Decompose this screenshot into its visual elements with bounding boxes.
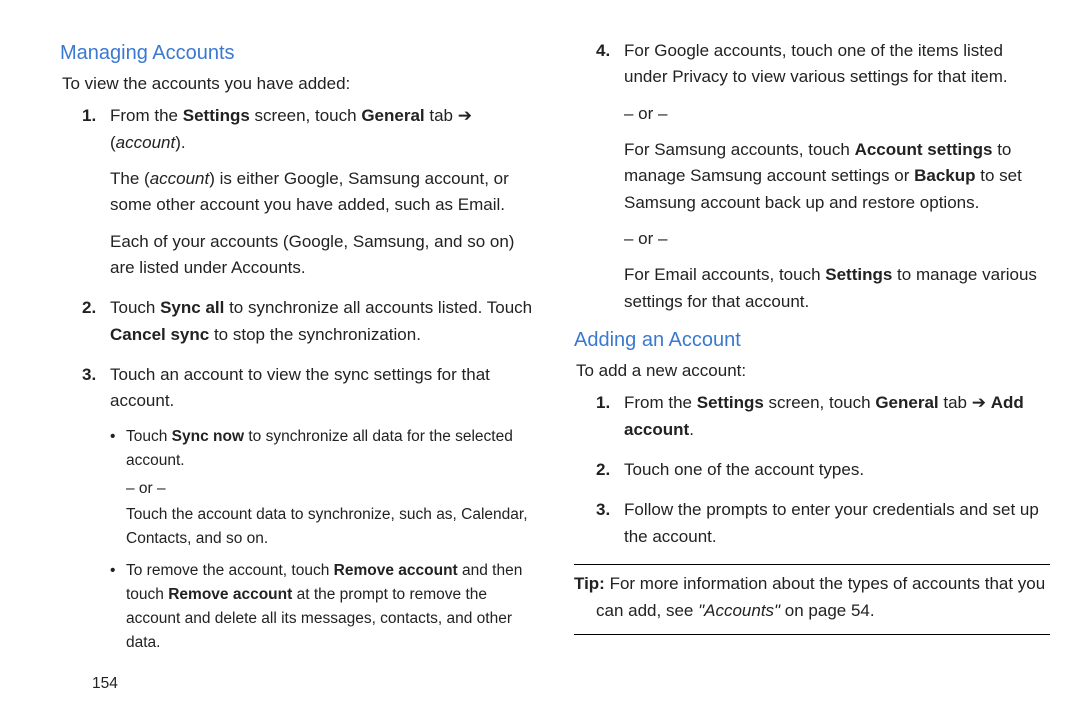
step4-a: For Google accounts, touch one of the it… <box>624 41 1008 86</box>
page-number: 154 <box>92 672 118 696</box>
tip-box: Tip: For more information about the type… <box>574 564 1050 635</box>
word-sync-all: Sync all <box>160 298 224 317</box>
step-1: From the Settings screen, touch General … <box>60 103 536 281</box>
word-account-italic-2: account <box>150 169 210 188</box>
step-3: Touch an account to view the sync settin… <box>60 362 536 655</box>
as1-b: screen, touch <box>764 393 876 412</box>
step1-p2-a: The ( <box>110 169 150 188</box>
heading-adding-account: Adding an Account <box>574 325 1050 356</box>
add-step-1: From the Settings screen, touch General … <box>574 390 1050 443</box>
step4-email: For Email accounts, touch Settings to ma… <box>624 262 1050 315</box>
manual-page: Managing Accounts To view the accounts y… <box>0 0 1080 720</box>
tip-label: Tip: <box>574 574 605 593</box>
step3-bullet-2: To remove the account, touch Remove acco… <box>110 559 536 655</box>
step3-text: Touch an account to view the sync settin… <box>110 365 490 410</box>
word-settings: Settings <box>183 106 250 125</box>
add-step-2: Touch one of the account types. <box>574 457 1050 483</box>
s3b1-c: Touch the account data to synchronize, s… <box>126 503 536 551</box>
step1-para-2: The (account) is either Google, Samsung … <box>110 166 536 219</box>
word-general-2: General <box>875 393 938 412</box>
step4-or-2: – or – <box>624 226 1050 252</box>
step-4: For Google accounts, touch one of the it… <box>574 38 1050 315</box>
word-cancel-sync: Cancel sync <box>110 325 209 344</box>
intro-managing: To view the accounts you have added: <box>62 71 536 97</box>
tip-ref: "Accounts" <box>698 601 780 620</box>
add-step-3: Follow the prompts to enter your credent… <box>574 497 1050 550</box>
s4b1: For Samsung accounts, touch <box>624 140 855 159</box>
s3-or-1: – or – <box>126 477 536 501</box>
s4c1: For Email accounts, touch <box>624 265 825 284</box>
tip-b: on page 54. <box>780 601 875 620</box>
step3-bullet-1: Touch Sync now to synchronize all data f… <box>110 425 536 551</box>
intro-adding: To add a new account: <box>576 358 1050 384</box>
step1-text-a: From the <box>110 106 183 125</box>
adding-steps: From the Settings screen, touch General … <box>574 390 1050 550</box>
word-sync-now: Sync now <box>172 428 244 445</box>
step2-a: Touch <box>110 298 160 317</box>
word-account-italic: account <box>116 133 176 152</box>
step1-para-3: Each of your accounts (Google, Samsung, … <box>110 229 536 282</box>
step3-sublist: Touch Sync now to synchronize all data f… <box>110 425 536 655</box>
heading-managing-accounts: Managing Accounts <box>60 38 536 69</box>
step4-or-1: – or – <box>624 101 1050 127</box>
content-columns: Managing Accounts To view the accounts y… <box>60 38 1050 656</box>
word-backup: Backup <box>914 166 975 185</box>
s3b2-a: To remove the account, touch <box>126 562 334 579</box>
step-2: Touch Sync all to synchronize all accoun… <box>60 295 536 348</box>
word-remove-account-1: Remove account <box>334 562 458 579</box>
word-general: General <box>361 106 424 125</box>
step2-b: to synchronize all accounts listed. Touc… <box>224 298 532 317</box>
as1-a: From the <box>624 393 697 412</box>
word-settings-2: Settings <box>825 265 892 284</box>
word-remove-account-2: Remove account <box>168 586 292 603</box>
word-settings-3: Settings <box>697 393 764 412</box>
step2-c: to stop the synchronization. <box>209 325 421 344</box>
word-account-settings: Account settings <box>855 140 993 159</box>
step1-text-b: screen, touch <box>250 106 362 125</box>
as1-c: tab ➔ <box>939 393 991 412</box>
as1-d: . <box>689 420 694 439</box>
s3b1-a: Touch <box>126 428 172 445</box>
step4-samsung: For Samsung accounts, touch Account sett… <box>624 137 1050 216</box>
step1-text-d: ). <box>175 133 185 152</box>
